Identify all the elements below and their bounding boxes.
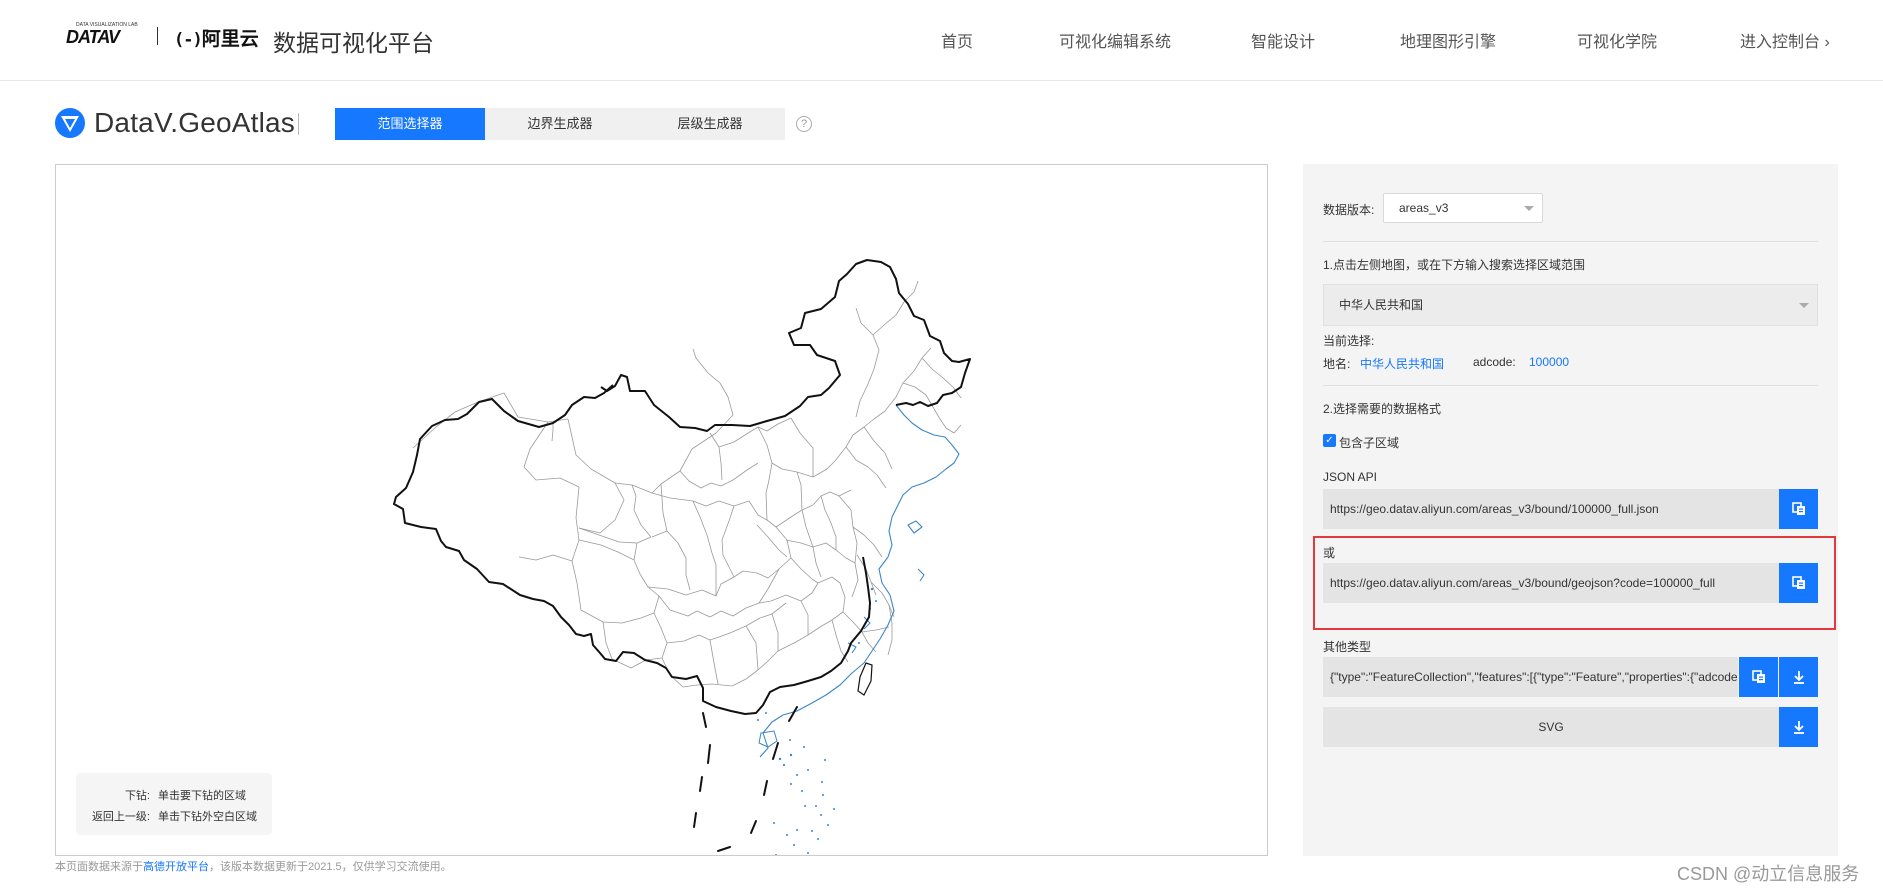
- tab-boundary-generator[interactable]: 边界生成器: [485, 108, 635, 140]
- name-value: 中华人民共和国: [1360, 357, 1445, 371]
- footer-suffix: ，该版本数据更新于2021.5，仅供学习交流使用。: [209, 861, 452, 873]
- csdn-watermark: CSDN @动立信息服务: [1677, 864, 1860, 884]
- brand-name: DataV.GeoAtlas: [94, 107, 296, 138]
- aliyun-logo-mark: (-): [174, 30, 203, 50]
- nav-console-link[interactable]: 进入控制台 ›: [1740, 28, 1830, 52]
- logo-separator: [157, 27, 158, 45]
- top-navbar: DATA VISUALIZATION LAB DATAV (-)阿里云 数据可视…: [0, 0, 1883, 81]
- footer-prefix: 本页面数据来源于: [55, 861, 143, 873]
- platform-title: 数据可视化平台: [273, 30, 434, 56]
- divider: [1323, 241, 1818, 242]
- divider: [1323, 385, 1818, 386]
- step2-label: 2.选择需要的数据格式: [1323, 402, 1442, 416]
- nine-dash-line: [693, 706, 798, 852]
- province-boundaries: [412, 280, 962, 688]
- nav-smart-design[interactable]: 智能设计: [1251, 28, 1315, 52]
- coastline: [759, 404, 960, 758]
- adcode-label: adcode:: [1473, 355, 1516, 369]
- datav-logo[interactable]: DATA VISUALIZATION LAB DATAV: [66, 18, 156, 48]
- copy-json-api-button[interactable]: [1779, 489, 1818, 529]
- download-icon: [1794, 671, 1804, 684]
- svg-export-field[interactable]: SVG: [1323, 707, 1779, 747]
- json-api-url-field[interactable]: https://geo.datav.aliyun.com/areas_v3/bo…: [1323, 489, 1779, 529]
- region-select[interactable]: 中华人民共和国: [1323, 284, 1818, 326]
- hint-drilldown-key: 下钻:: [124, 790, 150, 802]
- settings-panel: 数据版本: areas_v3 1.点击左侧地图，或在下方输入搜索选择区域范围 中…: [1303, 164, 1838, 856]
- nav-geo-engine[interactable]: 地理图形引擎: [1400, 28, 1496, 52]
- copy-other-button[interactable]: [1739, 657, 1778, 697]
- download-svg-button[interactable]: [1779, 707, 1818, 747]
- map-panel[interactable]: 下钻: 单击要下钻的区域 返回上一级: 单击下钻外空白区域: [55, 164, 1268, 856]
- nav-academy[interactable]: 可视化学院: [1577, 28, 1657, 52]
- version-select[interactable]: areas_v3: [1383, 193, 1543, 223]
- version-label: 数据版本:: [1323, 203, 1375, 217]
- nav-editor[interactable]: 可视化编辑系统: [1059, 28, 1171, 52]
- chevron-down-icon: [1799, 303, 1809, 308]
- chevron-down-icon: [1524, 206, 1534, 211]
- national-border: [393, 259, 971, 715]
- geojson-highlight-annotation: [1313, 536, 1836, 630]
- logo-datav-text: DATAV: [66, 27, 120, 47]
- name-label: 地名:: [1323, 357, 1351, 371]
- step1-label: 1.点击左侧地图，或在下方输入搜索选择区域范围: [1323, 258, 1586, 272]
- region-value: 中华人民共和国: [1339, 298, 1424, 312]
- tool-tabs: 范围选择器 边界生成器 层级生成器: [335, 108, 785, 140]
- tab-range-selector[interactable]: 范围选择器: [335, 108, 485, 140]
- copy-icon: [1752, 670, 1765, 683]
- tab-level-generator[interactable]: 层级生成器: [635, 108, 785, 140]
- map-hint-box: 下钻: 单击要下钻的区域 返回上一级: 单击下钻外空白区域: [76, 773, 272, 835]
- nav-home[interactable]: 首页: [941, 28, 973, 52]
- other-types-label: 其他类型: [1323, 640, 1372, 654]
- download-icon: [1794, 721, 1804, 734]
- amap-link[interactable]: 高德开放平台: [143, 861, 209, 873]
- hint-drilldown-value: 单击要下钻的区域: [158, 790, 246, 802]
- help-icon[interactable]: ?: [796, 116, 812, 132]
- download-other-button[interactable]: [1779, 657, 1818, 697]
- copy-icon: [1792, 502, 1805, 515]
- taiwan-shape: [857, 662, 873, 696]
- current-selection-label: 当前选择:: [1323, 334, 1375, 348]
- aliyun-logo-text: 阿里云: [201, 29, 259, 50]
- include-subregion-checkbox[interactable]: ✓: [1323, 434, 1336, 447]
- south-sea-islands: [757, 587, 877, 855]
- data-source-note: 本页面数据来源于高德开放平台，该版本数据更新于2021.5，仅供学习交流使用。: [55, 858, 452, 874]
- adcode-value: 100000: [1529, 355, 1570, 369]
- aliyun-logo[interactable]: (-)阿里云: [174, 24, 259, 51]
- brand-divider: [298, 113, 299, 135]
- json-api-label: JSON API: [1323, 470, 1378, 484]
- include-subregion-label[interactable]: 包含子区域: [1339, 434, 1399, 451]
- hainan-shape: [758, 730, 778, 748]
- geoatlas-brand: DataV.GeoAtlas: [54, 106, 295, 140]
- geoatlas-logo-icon: [55, 108, 85, 138]
- hint-back-value: 单击下钻外空白区域: [158, 811, 257, 823]
- version-value: areas_v3: [1399, 201, 1449, 215]
- china-map[interactable]: [56, 165, 1267, 855]
- other-types-field[interactable]: {"type":"FeatureCollection","features":[…: [1323, 657, 1738, 697]
- hint-back-key: 返回上一级:: [91, 811, 150, 823]
